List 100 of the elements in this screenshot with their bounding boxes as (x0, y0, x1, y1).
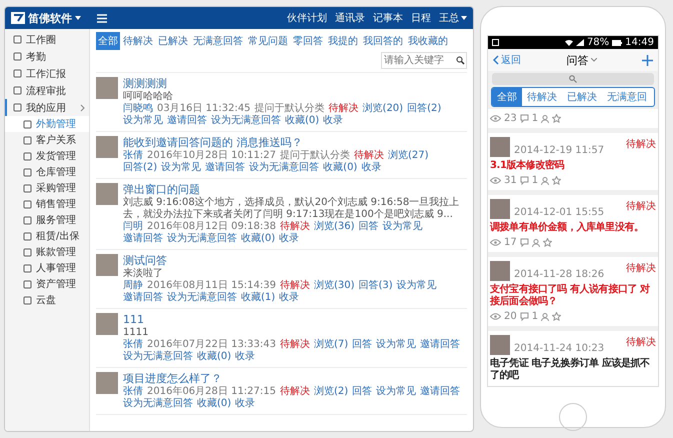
action-link[interactable]: 回答(3) (358, 280, 393, 291)
search-bar[interactable] (492, 73, 654, 85)
action-link[interactable]: 设为无满意回答 (167, 233, 237, 244)
action-link[interactable]: 邀请回答 (167, 115, 207, 126)
sidebar-item[interactable]: 云盘 (5, 292, 89, 308)
question-card[interactable]: 2014-11-24 10:23 待解决 电子凭证 电子兑换券订单 应该是抓不了的吧 (488, 331, 658, 386)
question-title[interactable]: 测测测测 (123, 77, 467, 91)
filter-tab[interactable]: 全部 (96, 32, 120, 50)
question-card[interactable]: 2014-12-19 11:57 待解决 3.1版本修改密码 31 1 (488, 133, 658, 190)
user-menu[interactable]: 王总 (439, 11, 467, 25)
action-link[interactable]: 收录 (361, 162, 382, 173)
action-link[interactable]: 设为无满意回答 (123, 398, 193, 409)
action-link[interactable]: 回答 (358, 221, 379, 232)
action-link[interactable]: 回答(2) (123, 162, 158, 173)
action-link[interactable]: 设为无满意回答 (211, 115, 281, 126)
comment-icon (520, 238, 529, 247)
sidebar-item[interactable]: 工作圈 (5, 31, 89, 48)
action-link[interactable]: 收藏(0) (197, 351, 232, 362)
question-title[interactable]: 项目进度怎么样了？ (123, 372, 467, 386)
question-card[interactable]: 2014-12-01 15:55 待解决 调拨单有单价金额，入库单里没有。 17 (488, 195, 658, 252)
action-link[interactable]: 收录 (279, 233, 300, 244)
action-link[interactable]: 设为常见 (376, 386, 416, 397)
action-link[interactable]: 浏览(2) (314, 386, 348, 397)
action-link[interactable]: 邀请回答 (205, 162, 246, 173)
action-link[interactable]: 收藏(0) (285, 115, 320, 126)
sidebar-item[interactable]: 人事管理 (5, 260, 89, 276)
action-link[interactable]: 设为常见 (123, 115, 163, 126)
back-button[interactable]: 返回 (493, 53, 521, 67)
author-link[interactable]: 张倩 (123, 386, 143, 397)
action-link[interactable]: 邀请回答 (420, 339, 460, 350)
sidebar-item[interactable]: 采购管理 (5, 180, 89, 196)
sidebar-item[interactable]: 资产管理 (5, 276, 89, 292)
author-link[interactable]: 张倩 (123, 150, 143, 161)
sidebar-item[interactable]: 考勤 (5, 48, 89, 65)
action-link[interactable]: 浏览(30) (314, 280, 355, 291)
filter-tab[interactable]: 无满意回答 (191, 32, 245, 50)
action-link[interactable]: 收藏(0) (241, 233, 276, 244)
filter-tab[interactable]: 已解决 (562, 88, 602, 106)
sidebar-item[interactable]: 客户关系 (5, 132, 89, 148)
nav-link[interactable]: 通讯录 (335, 11, 365, 25)
author-link[interactable]: 张倩 (123, 339, 143, 350)
action-link[interactable]: 设为无满意回答 (123, 351, 193, 362)
sidebar-item[interactable]: 仓库管理 (5, 164, 89, 180)
action-link[interactable]: 浏览(36) (314, 221, 355, 232)
action-link[interactable]: 回答 (352, 386, 372, 397)
action-link[interactable]: 邀请回答 (123, 292, 163, 303)
question-title[interactable]: 测试问答 (123, 254, 467, 268)
nav-link[interactable]: 伙伴计划 (287, 11, 327, 25)
sidebar-item[interactable]: 发货管理 (5, 148, 89, 164)
action-link[interactable]: 回答(2) (407, 103, 442, 114)
action-link[interactable]: 设为常见 (382, 221, 423, 232)
action-link[interactable]: 浏览(7) (314, 339, 348, 350)
sidebar-item[interactable]: 外勤管理 (5, 116, 89, 132)
action-link[interactable]: 设为常见 (396, 280, 437, 291)
filter-tab[interactable]: 零回答 (291, 32, 325, 50)
sidebar-item[interactable]: 销售管理 (5, 196, 89, 212)
author-link[interactable]: 周静 (123, 280, 143, 291)
add-icon[interactable] (642, 54, 653, 66)
action-link[interactable]: 设为常见 (161, 162, 202, 173)
action-link[interactable]: 收录 (235, 351, 256, 362)
filter-tab[interactable]: 无满意回 (602, 88, 652, 106)
filter-tab[interactable]: 待解决 (522, 88, 562, 106)
filter-tab[interactable]: 待解决 (121, 32, 155, 50)
sidebar-item[interactable]: 工作汇报 (5, 65, 89, 82)
question-title[interactable]: 弹出窗口的问题 (123, 183, 467, 197)
filter-tab[interactable]: 我收藏的 (406, 32, 450, 50)
action-link[interactable]: 收藏(0) (197, 398, 232, 409)
home-button[interactable] (559, 403, 587, 431)
action-link[interactable]: 邀请回答 (123, 233, 163, 244)
action-link[interactable]: 收录 (323, 115, 344, 126)
action-link[interactable]: 收录 (279, 292, 300, 303)
battery-icon (612, 40, 622, 46)
action-link[interactable]: 收藏(1) (241, 292, 276, 303)
action-link[interactable]: 收藏(0) (323, 162, 358, 173)
question-title[interactable]: 能收到邀请回答问题的 消息推送吗？ (123, 136, 467, 150)
nav-link[interactable]: 日程 (411, 11, 431, 25)
filter-tab[interactable]: 我回答的 (361, 32, 405, 50)
action-link[interactable]: 浏览(20) (362, 103, 404, 114)
sidebar-item[interactable]: 流程审批 (5, 82, 89, 99)
action-link[interactable]: 设为无满意回答 (167, 292, 237, 303)
action-link[interactable]: 浏览(27) (388, 150, 429, 161)
nav-link[interactable]: 记事本 (373, 11, 403, 25)
sidebar-item[interactable]: 租赁/出保 (5, 228, 89, 244)
action-link[interactable]: 回答 (352, 339, 372, 350)
question-title[interactable]: 111 (123, 313, 467, 327)
filter-tab[interactable]: 常见问题 (246, 32, 290, 50)
filter-tab[interactable]: 全部 (492, 88, 522, 106)
sidebar-item[interactable]: 账款管理 (5, 244, 89, 260)
author-link[interactable]: 闫晓鸣 (123, 103, 153, 114)
action-link[interactable]: 收录 (235, 398, 256, 409)
action-link[interactable]: 邀请回答 (420, 386, 460, 397)
sidebar-item[interactable]: 服务管理 (5, 212, 89, 228)
question-card[interactable]: 23 1 (488, 109, 658, 128)
avatar-photo-placeholder (96, 136, 118, 158)
filter-tab[interactable]: 已解决 (156, 32, 190, 50)
author-link[interactable]: 闫明 (123, 221, 143, 232)
filter-tab[interactable]: 我提的 (326, 32, 360, 50)
action-link[interactable]: 设为无满意回答 (249, 162, 320, 173)
question-card[interactable]: 2014-11-28 18:26 待解决 支付宝有接口了吗 有人说有接口了 对接后面会做吗？ 20 1 (488, 257, 658, 326)
action-link[interactable]: 设为常见 (376, 339, 416, 350)
